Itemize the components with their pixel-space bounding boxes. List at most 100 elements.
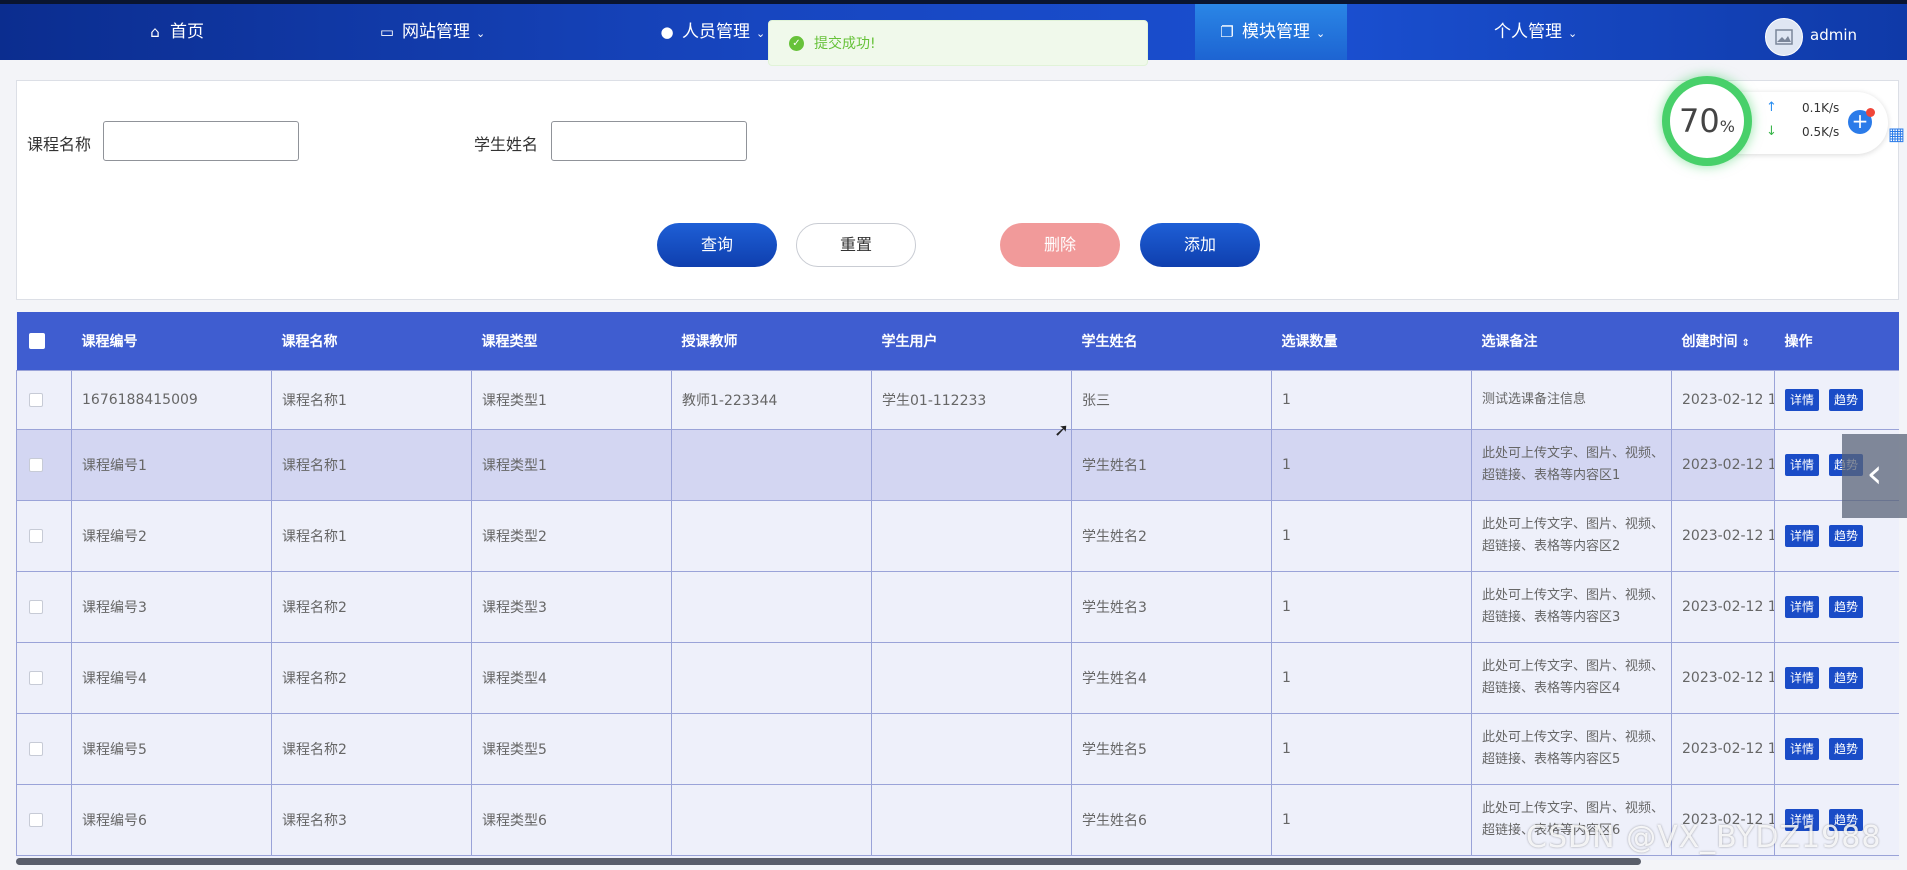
trend-button[interactable]: 趋势 — [1829, 525, 1863, 547]
table-cell-actions: 详情趋势 — [1774, 370, 1899, 430]
table-cell-type: 课程类型1 — [471, 429, 672, 501]
row-checkbox[interactable] — [29, 458, 43, 472]
sort-icon[interactable]: ⇕ — [1742, 338, 1750, 349]
table-row[interactable]: 课程编号5 课程名称2 课程类型5 学生姓名5 1 此处可上传文字、图片、视频、超链接、表… — [16, 713, 1899, 785]
table-cell-type: 课程类型4 — [471, 642, 672, 714]
nav-item-website-manage[interactable]: ▭ 网站管理 ⌄ — [378, 4, 485, 60]
chevron-down-icon: ⌄ — [476, 27, 486, 40]
watermark: CSDN @VX_BYDZ1988 — [1526, 820, 1882, 855]
usage-percent: 70 — [1679, 102, 1720, 140]
table-cell-teacher — [671, 784, 872, 856]
table-cell-user — [871, 571, 1072, 643]
download-arrow-icon: ↓ — [1766, 124, 1777, 139]
course-name-input[interactable] — [103, 121, 299, 161]
table-cell-actions: 详情趋势 — [1774, 713, 1899, 785]
column-header-created-time[interactable]: 创建时间 ⇕ — [1671, 312, 1775, 371]
nav-item-home[interactable]: ⌂ 首页 — [146, 4, 204, 60]
column-header: 学生姓名 — [1071, 312, 1272, 371]
table-cell-student: 学生姓名1 — [1071, 429, 1272, 501]
table-row[interactable]: 课程编号3 课程名称2 课程类型3 学生姓名3 1 此处可上传文字、图片、视频、超链接、表… — [16, 571, 1899, 643]
home-icon: ⌂ — [150, 23, 160, 41]
trend-button[interactable]: 趋势 — [1829, 389, 1863, 411]
table-cell-remark: 此处可上传文字、图片、视频、超链接、表格等内容区3 — [1471, 571, 1672, 643]
table-cell-time: 2023-02-12 15: — [1671, 370, 1775, 430]
toast-message: 提交成功! — [814, 36, 876, 52]
nav-item-module-manage[interactable]: ❐ 模块管理 ⌄ — [1218, 4, 1325, 60]
row-checkbox[interactable] — [29, 742, 43, 756]
table-cell-code: 课程编号3 — [71, 571, 272, 643]
delete-button[interactable]: 删除 — [1000, 223, 1120, 267]
detail-button[interactable]: 详情 — [1785, 738, 1819, 760]
table-cell-actions: 详情趋势 — [1774, 642, 1899, 714]
table-cell-time: 2023-02-12 15: — [1671, 571, 1775, 643]
row-checkbox[interactable] — [29, 813, 43, 827]
row-select-cell[interactable] — [16, 713, 72, 785]
success-toast: ✓ 提交成功! — [768, 20, 1148, 66]
student-name-input[interactable] — [551, 121, 747, 161]
table-cell-time: 2023-02-12 15: — [1671, 713, 1775, 785]
table-cell-time: 2023-02-12 15: — [1671, 642, 1775, 714]
row-checkbox[interactable] — [29, 393, 43, 407]
detail-button[interactable]: 详情 — [1785, 389, 1819, 411]
data-table-container: 课程编号 课程名称 课程类型 授课教师 学生用户 学生姓名 选课数量 选课备注 … — [16, 312, 1899, 860]
row-checkbox[interactable] — [29, 671, 43, 685]
table-cell-name: 课程名称3 — [271, 784, 472, 856]
trend-button[interactable]: 趋势 — [1829, 596, 1863, 618]
table-cell-user: 学生01-112233 — [871, 370, 1072, 430]
nav-item-people-manage[interactable]: ● 人员管理 ⌄ — [658, 4, 765, 60]
avatar[interactable] — [1765, 18, 1803, 56]
table-cell-name: 课程名称2 — [271, 571, 472, 643]
table-cell-count: 1 — [1271, 713, 1472, 785]
table-cell-name: 课程名称2 — [271, 642, 472, 714]
row-select-cell[interactable] — [16, 500, 72, 572]
table-cell-student: 学生姓名3 — [1071, 571, 1272, 643]
row-checkbox[interactable] — [29, 529, 43, 543]
reset-button[interactable]: 重置 — [796, 223, 916, 267]
table-cell-teacher — [671, 642, 872, 714]
table-cell-user — [871, 500, 1072, 572]
select-all-checkbox[interactable] — [28, 333, 45, 349]
detail-button[interactable]: 详情 — [1785, 454, 1819, 476]
username-label[interactable]: admin — [1810, 4, 1857, 64]
table-cell-count: 1 — [1271, 571, 1472, 643]
trend-button[interactable]: 趋势 — [1829, 738, 1863, 760]
user-icon: ● — [660, 23, 674, 41]
table-cell-user — [871, 713, 1072, 785]
query-button[interactable]: 查询 — [657, 223, 777, 267]
horizontal-scrollbar[interactable] — [16, 858, 1641, 865]
memory-usage-ring[interactable]: 70% — [1662, 76, 1752, 166]
detail-button[interactable]: 详情 — [1785, 525, 1819, 547]
chevron-down-icon: ⌄ — [756, 27, 766, 40]
row-select-cell[interactable] — [16, 642, 72, 714]
upload-arrow-icon: ↑ — [1766, 100, 1777, 115]
chevron-left-icon[interactable]: ‹ — [1842, 434, 1907, 518]
table-cell-count: 1 — [1271, 642, 1472, 714]
table-row[interactable]: 课程编号4 课程名称2 课程类型4 学生姓名4 1 此处可上传文字、图片、视频、超链接、表… — [16, 642, 1899, 714]
table-cell-type: 课程类型6 — [471, 784, 672, 856]
table-row[interactable]: 1676188415009 课程名称1 课程类型1 教师1-223344 学生01-11… — [16, 370, 1899, 430]
table-cell-code: 课程编号2 — [71, 500, 272, 572]
table-cell-type: 课程类型2 — [471, 500, 672, 572]
chevron-down-icon: ⌄ — [1316, 27, 1326, 40]
row-select-cell[interactable] — [16, 370, 72, 430]
row-select-cell[interactable] — [16, 784, 72, 856]
row-select-cell[interactable] — [16, 571, 72, 643]
row-checkbox[interactable] — [29, 600, 43, 614]
row-select-cell[interactable] — [16, 429, 72, 501]
table-cell-count: 1 — [1271, 429, 1472, 501]
table-cell-student: 学生姓名5 — [1071, 713, 1272, 785]
detail-button[interactable]: 详情 — [1785, 596, 1819, 618]
table-row[interactable]: 课程编号2 课程名称1 课程类型2 学生姓名2 1 此处可上传文字、图片、视频、超链接、表… — [16, 500, 1899, 572]
trend-button[interactable]: 趋势 — [1829, 667, 1863, 689]
table-cell-time: 2023-02-12 15: — [1671, 429, 1775, 501]
search-panel: 课程名称 学生姓名 查询 重置 删除 添加 — [16, 80, 1899, 300]
table-cell-student: 学生姓名4 — [1071, 642, 1272, 714]
detail-button[interactable]: 详情 — [1785, 667, 1819, 689]
grid-icon[interactable]: ▦ — [1888, 124, 1907, 146]
student-name-label: 学生姓名 — [474, 135, 539, 154]
select-all-cell[interactable] — [16, 312, 72, 371]
add-button[interactable]: 添加 — [1140, 223, 1260, 267]
table-cell-name: 课程名称1 — [271, 429, 472, 501]
nav-item-personal-manage[interactable]: 个人管理 ⌄ — [1494, 4, 1577, 60]
table-row[interactable]: 课程编号1 课程名称1 课程类型1 学生姓名1 1 此处可上传文字、图片、视频、超链接、表… — [16, 429, 1899, 501]
